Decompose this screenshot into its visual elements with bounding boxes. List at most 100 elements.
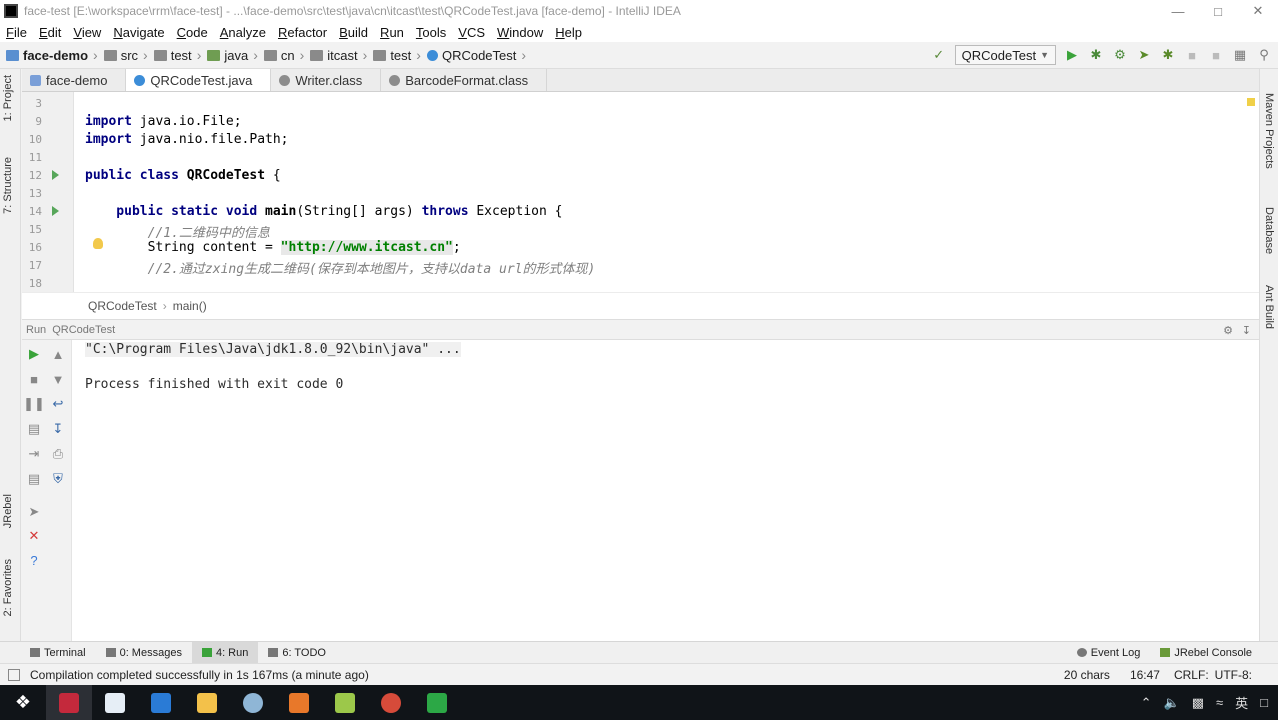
nav-crumb-project[interactable]: face-demo › (0, 47, 98, 63)
analysis-status-icon (1247, 98, 1255, 106)
help-icon[interactable]: ? (26, 552, 42, 568)
app-taskbar-icon[interactable] (230, 685, 276, 720)
nav-crumb-test[interactable]: test › (148, 47, 201, 63)
file-encoding[interactable]: UTF-8 (1215, 668, 1249, 682)
close-button[interactable]: ✕ (1238, 3, 1278, 19)
scroll-to-end-icon[interactable]: ↧ (50, 421, 66, 437)
maximize-button[interactable]: □ (1198, 4, 1238, 19)
debug-icon[interactable]: ✱ (1088, 47, 1104, 63)
print-icon[interactable]: ⎙ (50, 446, 66, 462)
stop-all-icon[interactable]: ■ (1208, 47, 1224, 63)
clear-all-icon[interactable]: ⛨ (50, 471, 66, 487)
layout-icon[interactable]: ▤ (26, 471, 42, 487)
exit-icon[interactable]: ⇥ (26, 446, 42, 462)
app-taskbar-icon[interactable] (276, 685, 322, 720)
menu-build[interactable]: Build (333, 25, 374, 40)
jrebel-debug-icon[interactable]: ✱ (1160, 47, 1176, 63)
battery-icon[interactable]: ▩ (1192, 695, 1204, 711)
jrebel-run-icon[interactable]: ➤ (1136, 47, 1152, 63)
jrebel-tool-tab[interactable]: JRebel (2, 494, 14, 528)
project-structure-icon[interactable]: ▦ (1232, 47, 1248, 63)
menu-navigate[interactable]: Navigate (107, 25, 170, 40)
tab-face-demo[interactable]: face-demo (22, 69, 127, 91)
dump-threads-icon[interactable]: ▤ (26, 421, 42, 437)
chrome-taskbar-icon[interactable] (368, 685, 414, 720)
volume-icon[interactable]: 🔈 (1164, 695, 1180, 711)
hide-panel-icon[interactable]: ↧ (1242, 324, 1251, 337)
nav-crumb-class[interactable]: QRCodeTest › (421, 47, 526, 63)
tab-qrcodetest-java[interactable]: QRCodeTest.java (126, 69, 272, 91)
menu-edit[interactable]: Edit (33, 25, 67, 40)
status-message[interactable]: Compilation completed successfully in 1s… (30, 668, 369, 682)
stop-icon[interactable]: ■ (1184, 47, 1200, 63)
run-gutter-icon[interactable] (52, 170, 59, 180)
nav-crumb-cn[interactable]: cn › (258, 47, 304, 63)
network-icon[interactable]: ≈ (1216, 695, 1223, 710)
nav-crumb-java[interactable]: java › (201, 47, 258, 63)
vscode-taskbar-icon[interactable] (138, 685, 184, 720)
pause-icon[interactable]: ❚❚ (23, 396, 45, 412)
minimize-button[interactable]: — (1158, 4, 1198, 19)
close-icon[interactable]: ✕ (26, 528, 42, 544)
gear-icon[interactable]: ⚙ (1223, 324, 1233, 337)
menu-help[interactable]: Help (549, 25, 588, 40)
jrebel-console-tab[interactable]: JRebel Console (1150, 642, 1262, 664)
breadcrumb-method[interactable]: main() (173, 299, 207, 313)
console-output[interactable]: "C:\Program Files\Java\jdk1.8.0_92\bin\j… (72, 340, 1259, 641)
nav-crumb-itcast[interactable]: itcast › (304, 47, 367, 63)
terminal-tab[interactable]: Terminal (20, 642, 96, 664)
tab-barcodeformat-class[interactable]: BarcodeFormat.class (381, 69, 548, 91)
ant-build-tab[interactable]: Ant Build (1263, 285, 1275, 329)
nav-crumb-test-package[interactable]: test › (367, 47, 421, 63)
window-title: face-test [E:\workspace\rrm\face-test] -… (24, 4, 681, 18)
caret-position[interactable]: 16:47 (1130, 668, 1160, 682)
menu-analyze[interactable]: Analyze (214, 25, 272, 40)
run-icon[interactable]: ▶ (1064, 47, 1080, 63)
menu-window[interactable]: Window (491, 25, 549, 40)
database-tab[interactable]: Database (1263, 207, 1275, 254)
rerun-icon[interactable]: ▶ (26, 346, 42, 362)
ime-indicator[interactable]: 英 (1235, 693, 1248, 712)
run-configuration-select[interactable]: QRCodeTest ▼ (954, 45, 1056, 65)
event-log-tab[interactable]: Event Log (1067, 642, 1151, 664)
stop-icon[interactable]: ■ (26, 371, 42, 387)
menu-code[interactable]: Code (171, 25, 214, 40)
menu-refactor[interactable]: Refactor (272, 25, 333, 40)
menu-run[interactable]: Run (374, 25, 410, 40)
code-editor[interactable]: 3 9 10 11 12 13 14 15 16 17 18 import ja… (22, 92, 1259, 292)
breadcrumb-class[interactable]: QRCodeTest (88, 299, 157, 313)
camtasia-taskbar-icon[interactable] (414, 685, 460, 720)
menu-file[interactable]: File (0, 25, 33, 40)
chevron-up-icon[interactable]: ⌃ (1141, 695, 1152, 711)
nav-crumb-src[interactable]: src › (98, 47, 148, 63)
file-explorer-taskbar-icon[interactable] (184, 685, 230, 720)
maven-projects-tab[interactable]: Maven Projects (1263, 93, 1275, 169)
soft-wrap-icon[interactable]: ↩ (50, 396, 66, 412)
structure-tool-tab[interactable]: 7: Structure (2, 157, 14, 214)
up-arrow-icon[interactable]: ▲ (50, 346, 66, 362)
run-gutter-icon[interactable] (52, 206, 59, 216)
search-icon[interactable]: ⚲ (1256, 47, 1272, 63)
run-panel-config[interactable]: QRCodeTest (52, 324, 115, 336)
project-tool-tab[interactable]: 1: Project (2, 75, 14, 121)
todo-tab[interactable]: 6: TODO (258, 642, 336, 664)
run-tab[interactable]: 4: Run (191, 641, 259, 664)
app-taskbar-icon[interactable] (92, 685, 138, 720)
notepad-taskbar-icon[interactable] (322, 685, 368, 720)
menu-tools[interactable]: Tools (410, 25, 452, 40)
menu-vcs[interactable]: VCS (452, 25, 491, 40)
down-arrow-icon[interactable]: ▼ (50, 371, 66, 387)
menu-view[interactable]: View (67, 25, 107, 40)
intellij-taskbar-icon[interactable] (46, 685, 92, 720)
tool-windows-icon[interactable] (8, 668, 20, 681)
build-icon[interactable]: ✓ (931, 47, 947, 63)
tab-writer-class[interactable]: Writer.class (271, 69, 382, 91)
favorites-tool-tab[interactable]: 2: Favorites (2, 559, 14, 616)
line-separator[interactable]: CRLF (1174, 668, 1205, 682)
notification-icon[interactable]: □ (1260, 695, 1268, 710)
coverage-icon[interactable]: ⚙ (1112, 47, 1128, 63)
terminal-icon (30, 648, 40, 657)
pin-icon[interactable]: ➤ (26, 504, 42, 520)
windows-start-icon[interactable]: ❖ (0, 685, 46, 720)
messages-tab[interactable]: 0: Messages (96, 642, 192, 664)
